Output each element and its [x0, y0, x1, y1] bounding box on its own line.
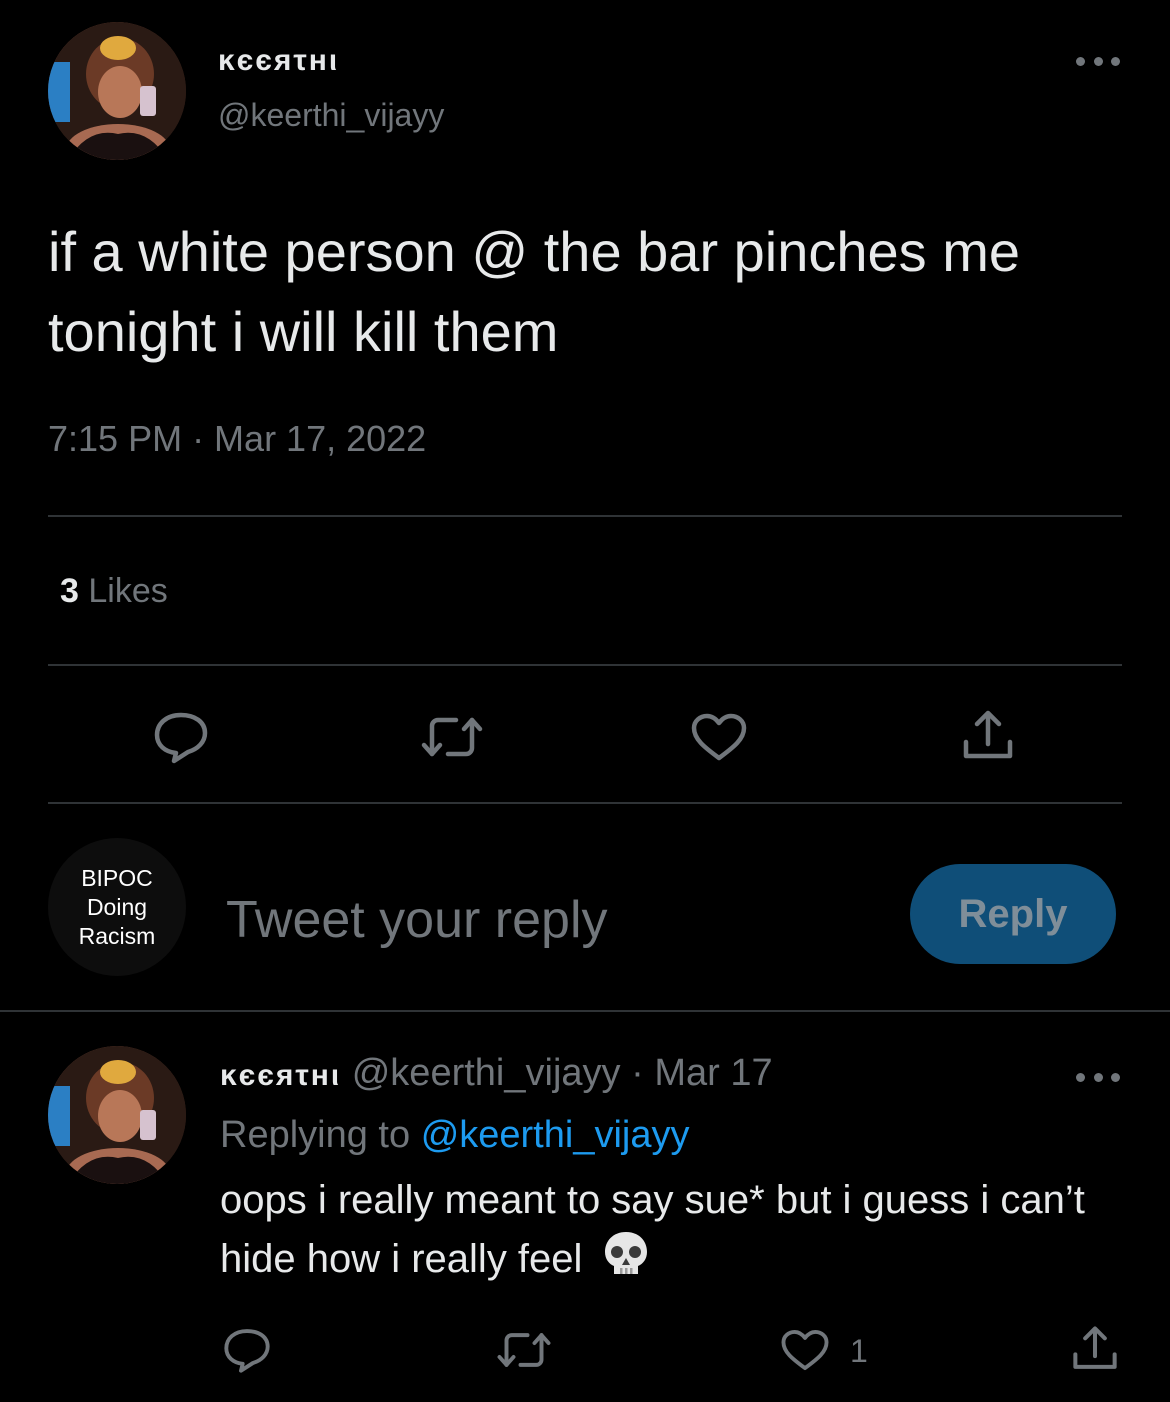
replying-to-line: Replying to @keerthi_vijayy — [220, 1114, 689, 1157]
heart-icon[interactable] — [780, 1328, 830, 1372]
share-icon[interactable] — [1070, 1324, 1120, 1374]
composer-avatar[interactable]: BIPOC Doing Racism — [48, 838, 186, 976]
retweet-icon[interactable] — [496, 1328, 552, 1372]
author-display-name[interactable]: ĸєєяτнι — [218, 44, 339, 78]
divider — [48, 515, 1122, 517]
reply-author-handle[interactable]: @keerthi_vijayy — [352, 1052, 621, 1094]
heart-icon[interactable] — [690, 712, 748, 762]
reply-text: oops i really meant to say sue* but i gu… — [220, 1178, 1085, 1282]
reply-author-display-name[interactable]: ĸєєяτнι — [220, 1059, 341, 1092]
retweet-icon[interactable] — [420, 712, 484, 762]
likes-label: Likes — [88, 572, 168, 610]
reply-like-count: 1 — [850, 1333, 868, 1369]
tweet-text: if a white person @ the bar pinches me t… — [48, 220, 1021, 363]
reply-icon[interactable] — [152, 710, 210, 764]
reply-icon[interactable] — [222, 1326, 272, 1374]
reply-button[interactable]: Reply — [910, 864, 1116, 964]
skull-emoji-icon — [600, 1228, 652, 1295]
tweet-detail-page: ĸєєяτнι @keerthi_vijayy if a white perso… — [0, 0, 1170, 1402]
main-author-avatar[interactable] — [48, 22, 186, 160]
separator-dot: · — [631, 1052, 644, 1094]
likes-count: 3 — [60, 572, 79, 610]
reply-text-block: oops i really meant to say sue* but i gu… — [220, 1172, 1140, 1295]
more-icon[interactable] — [1076, 54, 1120, 68]
replying-to-mention[interactable]: @keerthi_vijayy — [421, 1114, 690, 1156]
reply-date[interactable]: Mar 17 — [654, 1052, 772, 1094]
author-handle[interactable]: @keerthi_vijayy — [218, 97, 444, 134]
tweet-timestamp[interactable]: 7:15 PM · Mar 17, 2022 — [48, 418, 426, 460]
composer-avatar-text: Doing — [86, 893, 148, 920]
divider — [0, 1010, 1170, 1012]
share-icon[interactable] — [960, 708, 1016, 764]
reply-header: ĸєєяτнι @keerthi_vijayy · Mar 17 — [220, 1052, 773, 1095]
reply-input[interactable] — [226, 880, 866, 960]
more-icon[interactable] — [1076, 1070, 1120, 1084]
likes-count-link[interactable]: 3 Likes — [60, 572, 168, 611]
replying-to-label: Replying to — [220, 1114, 411, 1156]
divider — [48, 802, 1122, 804]
composer-avatar-text: Racism — [78, 922, 156, 949]
composer-avatar-text: BIPOC — [81, 864, 153, 891]
reply-author-avatar[interactable] — [48, 1046, 186, 1184]
divider — [48, 664, 1122, 666]
